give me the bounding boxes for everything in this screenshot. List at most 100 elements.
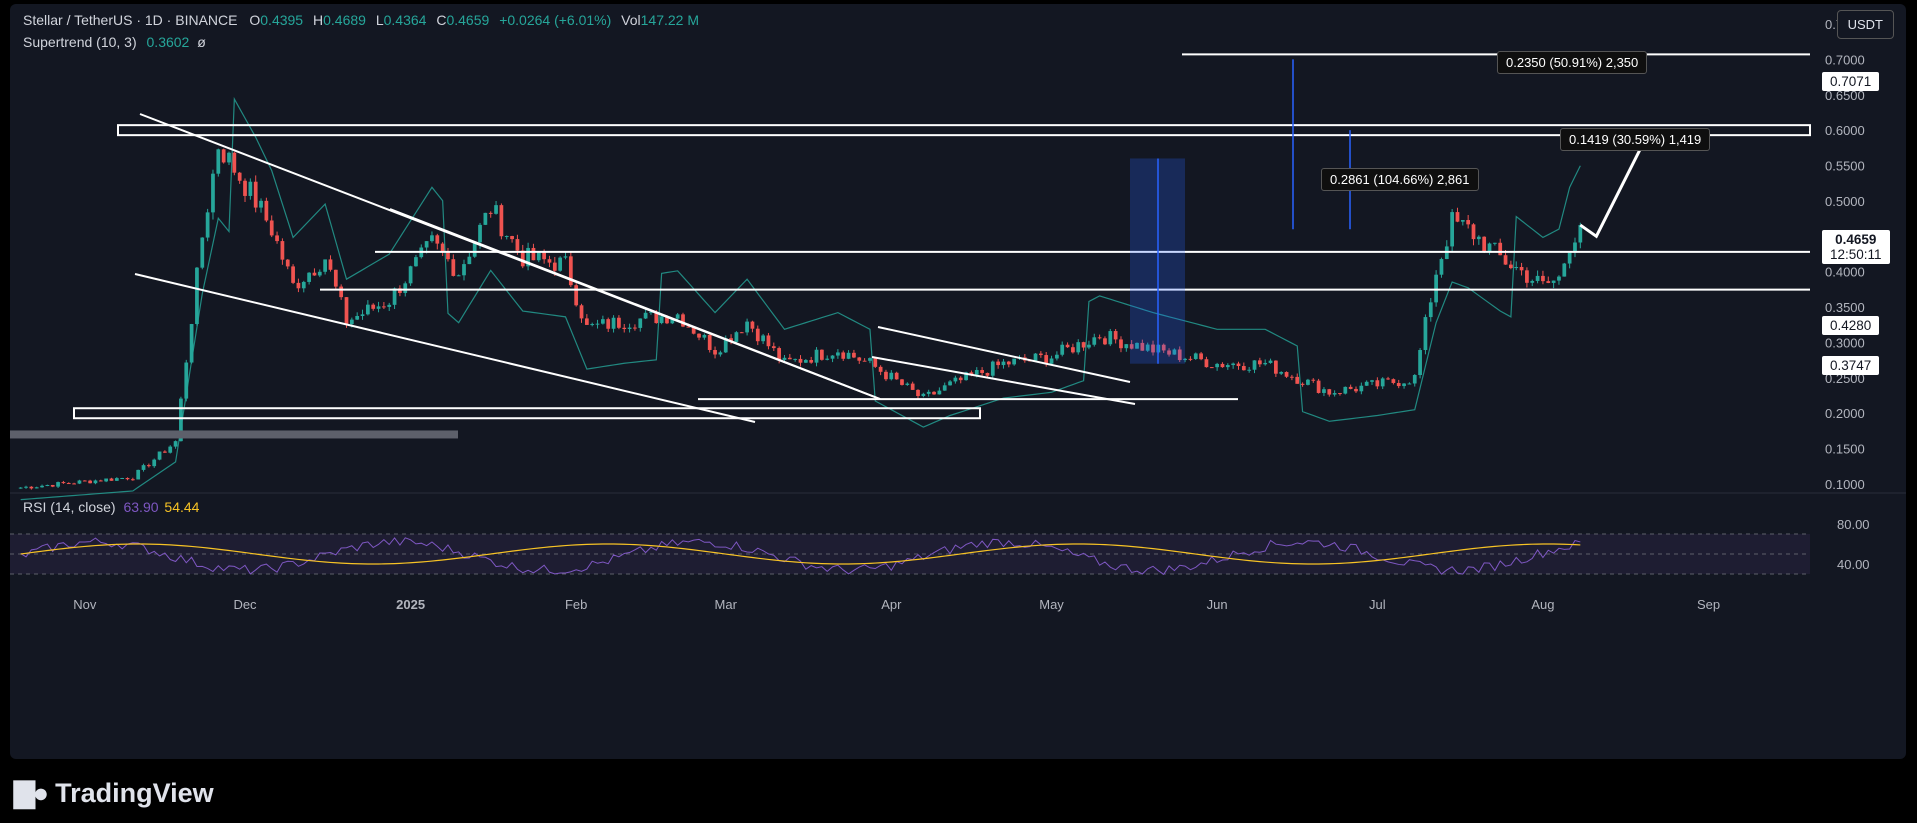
candle-body — [61, 482, 66, 484]
candle-body — [798, 358, 803, 363]
candle-body — [307, 272, 311, 282]
candle-body — [916, 389, 920, 397]
time-tick-3: Feb — [565, 597, 587, 612]
candle-body — [1348, 386, 1353, 389]
price-tick-8: 0.3500 — [1825, 300, 1865, 315]
candle-body — [531, 247, 536, 261]
candle-body — [787, 357, 792, 360]
candle-body — [328, 259, 333, 270]
level-tag-0: 0.7071 — [1822, 72, 1880, 91]
candle-body — [1076, 342, 1081, 353]
measure-label-2[interactable]: 0.2861 (104.66%) 2,861 — [1321, 168, 1479, 191]
candle-body — [1279, 372, 1284, 374]
price-tick-1: 0.7000 — [1825, 52, 1865, 67]
currency-button[interactable]: USDT — [1836, 10, 1894, 39]
candle-body — [1257, 360, 1262, 365]
candle-body — [1332, 393, 1337, 395]
rsi-value: 63.90 — [123, 499, 159, 515]
trendline-1 — [134, 273, 756, 423]
candle-body — [77, 480, 82, 484]
candle-body — [542, 252, 546, 260]
symbol-legend: Stellar / TetherUS · 1D · BINANCE O0.439… — [23, 12, 699, 28]
candle-body — [1460, 220, 1465, 222]
candle-body — [504, 236, 509, 238]
candle-body — [259, 200, 263, 208]
candle-body — [456, 275, 461, 277]
open-value: 0.4395 — [260, 12, 304, 28]
candle-body — [1396, 382, 1401, 387]
candle-body — [478, 224, 482, 243]
candle-body — [1103, 338, 1107, 345]
close-value: 0.4659 — [446, 12, 490, 28]
price-chart[interactable]: 0.75000.70000.65000.60000.55000.50000.45… — [10, 4, 1906, 759]
rsi-tick-1: 40.00 — [1837, 557, 1870, 572]
candle-body — [958, 377, 963, 381]
low-label: L — [375, 12, 384, 28]
candle-body — [392, 288, 397, 305]
candle-body — [857, 357, 862, 361]
candle-body — [1124, 344, 1129, 349]
chart-panel[interactable]: 0.75000.70000.65000.60000.55000.50000.45… — [10, 4, 1906, 759]
candle-body — [1428, 302, 1433, 318]
candle-body — [264, 200, 269, 221]
candle-body — [125, 478, 130, 480]
supertrend-legend[interactable]: Supertrend (10, 3) 0.3602 ø — [23, 34, 206, 50]
candle-body — [424, 241, 429, 248]
candle-body — [884, 371, 888, 380]
candle-body — [536, 252, 541, 261]
candle-body — [205, 212, 210, 238]
trendline-3 — [877, 326, 1131, 383]
candle-body — [659, 316, 664, 324]
candle-body — [1567, 252, 1572, 264]
candle-body — [547, 259, 552, 263]
candle-body — [414, 257, 418, 267]
candle-body — [948, 381, 952, 386]
candle-body — [579, 305, 584, 319]
candle-body — [1450, 212, 1455, 247]
tradingview-logo[interactable]: ▇● TradingView — [14, 778, 214, 809]
candle-body — [168, 446, 173, 453]
candle-body — [376, 306, 381, 309]
candle-body — [836, 352, 840, 356]
candle-body — [627, 327, 632, 330]
candle-body — [1065, 344, 1070, 348]
candle-body — [291, 266, 295, 283]
rsi-name: RSI (14, close) — [23, 499, 116, 515]
price-tick-11: 0.2000 — [1825, 406, 1865, 421]
candle-body — [147, 465, 151, 467]
candle-body — [253, 181, 258, 208]
candle-body — [499, 205, 504, 237]
candle-body — [702, 334, 707, 338]
candle-body — [243, 180, 247, 196]
candle-body — [1546, 281, 1551, 283]
candle-body — [93, 480, 98, 484]
time-tick-2: 2025 — [396, 597, 425, 612]
candle-body — [24, 486, 28, 488]
candle-body — [1482, 236, 1487, 252]
time-tick-0: Nov — [73, 597, 97, 612]
candle-body — [339, 286, 344, 298]
candle-body — [990, 361, 995, 376]
candle-body — [296, 282, 301, 289]
rsi-legend[interactable]: RSI (14, close) 63.90 54.44 — [23, 499, 199, 515]
candle-body — [707, 334, 712, 350]
candle-body — [216, 149, 221, 174]
candle-body — [440, 243, 445, 252]
candle-body — [1562, 263, 1567, 277]
candle-body — [1071, 347, 1075, 353]
candle-body — [1108, 331, 1113, 345]
measure-label-1[interactable]: 0.1419 (30.59%) 1,419 — [1560, 128, 1711, 151]
candle-body — [1375, 380, 1380, 387]
candle-body — [1471, 224, 1476, 240]
candle-body — [633, 327, 637, 329]
candle-body — [200, 237, 205, 268]
measure-label-0[interactable]: 0.2350 (50.91%) 2,350 — [1497, 51, 1648, 74]
time-tick-9: Aug — [1531, 597, 1554, 612]
grey-zone — [10, 430, 458, 439]
candle-body — [771, 346, 776, 349]
symbol-name[interactable]: Stellar / TetherUS · 1D · BINANCE — [23, 12, 237, 28]
candle-body — [275, 235, 279, 242]
candle-body — [932, 391, 936, 395]
candle-body — [905, 383, 910, 385]
candle-body — [1455, 212, 1460, 222]
